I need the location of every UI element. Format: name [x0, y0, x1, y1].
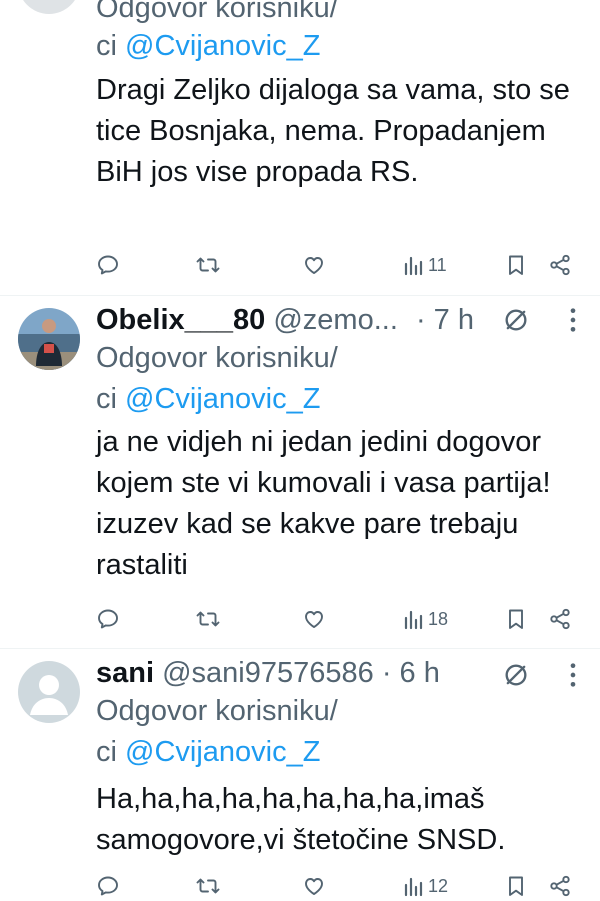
reply-ci: ci — [96, 383, 125, 415]
display-name[interactable]: Obelix___80 — [96, 304, 265, 336]
avatar[interactable] — [18, 661, 80, 723]
more-icon[interactable] — [568, 306, 578, 334]
views-icon — [404, 610, 423, 630]
reply-ci: ci — [96, 736, 125, 768]
reply-to-label: ci @Cvijanovic_Z — [96, 734, 320, 770]
views-count: 12 — [428, 875, 449, 896]
reply-icon — [98, 876, 118, 896]
grok-slash-icon[interactable] — [502, 661, 530, 689]
reply-prefix: Odgovor korisniku/ — [96, 342, 338, 374]
reply-to-label: ci @Cvijanovic_Z — [96, 28, 320, 64]
share-button[interactable] — [548, 604, 572, 634]
retweet-icon — [196, 257, 220, 273]
action-bar: 18 — [0, 604, 600, 634]
tweet-3[interactable]: sani @sani97576586 · 6 h Odgovor korisni… — [0, 649, 600, 900]
timestamp[interactable]: · 7 h — [416, 304, 474, 336]
views-button[interactable]: 11 — [402, 250, 447, 280]
share-icon — [550, 254, 570, 276]
action-bar: 12 — [0, 871, 600, 901]
retweet-button[interactable] — [196, 604, 220, 634]
retweet-button[interactable] — [196, 250, 220, 280]
reply-prefix: Odgovor korisniku/ — [96, 695, 338, 727]
share-button[interactable] — [548, 250, 572, 280]
tweet-2[interactable]: Obelix___80 @zemo... · 7 h Odgovor koris… — [0, 296, 600, 648]
reply-to-label: Odgovor korisniku/ — [96, 693, 338, 729]
grok-slash-icon[interactable] — [502, 306, 530, 334]
more-icon[interactable] — [568, 661, 578, 689]
views-count: 11 — [428, 254, 447, 275]
bookmark-icon — [509, 255, 523, 275]
bookmark-button[interactable] — [504, 871, 528, 901]
reply-to-label: Odgovor korisniku/ — [96, 0, 338, 26]
reply-prefix: Odgovor korisniku/ — [96, 0, 338, 24]
timestamp[interactable]: · 6 h — [382, 657, 440, 689]
like-icon — [305, 257, 323, 274]
default-avatar-icon — [30, 675, 68, 715]
reply-to-label: Odgovor korisniku/ — [96, 340, 338, 376]
views-icon — [404, 256, 423, 276]
avatar[interactable] — [18, 308, 80, 370]
like-icon — [305, 611, 323, 628]
tweet-1[interactable]: Odgovor korisniku/ ci @Cvijanovic_Z Drag… — [0, 0, 600, 295]
reply-icon — [98, 609, 118, 629]
share-icon — [550, 875, 570, 897]
views-icon — [404, 877, 423, 897]
bookmark-icon — [509, 609, 523, 629]
bookmark-button[interactable] — [504, 604, 528, 634]
reply-icon — [98, 255, 118, 275]
display-name[interactable]: sani — [96, 657, 154, 689]
retweet-icon — [196, 611, 220, 627]
username[interactable]: @sani97576586 — [162, 657, 374, 689]
retweet-button[interactable] — [196, 871, 220, 901]
mention-link[interactable]: @Cvijanovic_Z — [125, 30, 320, 62]
tweet-text: ja ne vidjeh ni jedan jedini dogovor koj… — [96, 426, 551, 581]
share-button[interactable] — [548, 871, 572, 901]
reply-button[interactable] — [96, 871, 120, 901]
bookmark-button[interactable] — [504, 250, 528, 280]
tweet-text: Dragi Zeljko dijaloga sa vama, sto se ti… — [96, 74, 570, 188]
views-button[interactable]: 18 — [402, 604, 448, 634]
mention-link[interactable]: @Cvijanovic_Z — [125, 736, 320, 768]
mention-link[interactable]: @Cvijanovic_Z — [125, 383, 320, 415]
reply-to-label: ci @Cvijanovic_Z — [96, 381, 320, 417]
avatar-photo — [18, 308, 80, 370]
reply-button[interactable] — [96, 604, 120, 634]
username[interactable]: @zemo... — [273, 304, 398, 336]
retweet-icon — [196, 878, 220, 894]
like-button[interactable] — [302, 871, 326, 901]
like-icon — [305, 878, 323, 895]
bookmark-icon — [509, 876, 523, 896]
reply-button[interactable] — [96, 250, 120, 280]
views-count: 18 — [428, 608, 449, 629]
action-bar: 11 — [0, 250, 600, 280]
like-button[interactable] — [302, 604, 326, 634]
tweet-text: Ha,ha,ha,ha,ha,ha,ha,ha,imaš samogovore,… — [96, 783, 506, 856]
avatar[interactable] — [18, 0, 80, 14]
views-button[interactable]: 12 — [402, 871, 448, 901]
reply-ci: ci — [96, 30, 125, 62]
like-button[interactable] — [302, 250, 326, 280]
share-icon — [550, 608, 570, 630]
